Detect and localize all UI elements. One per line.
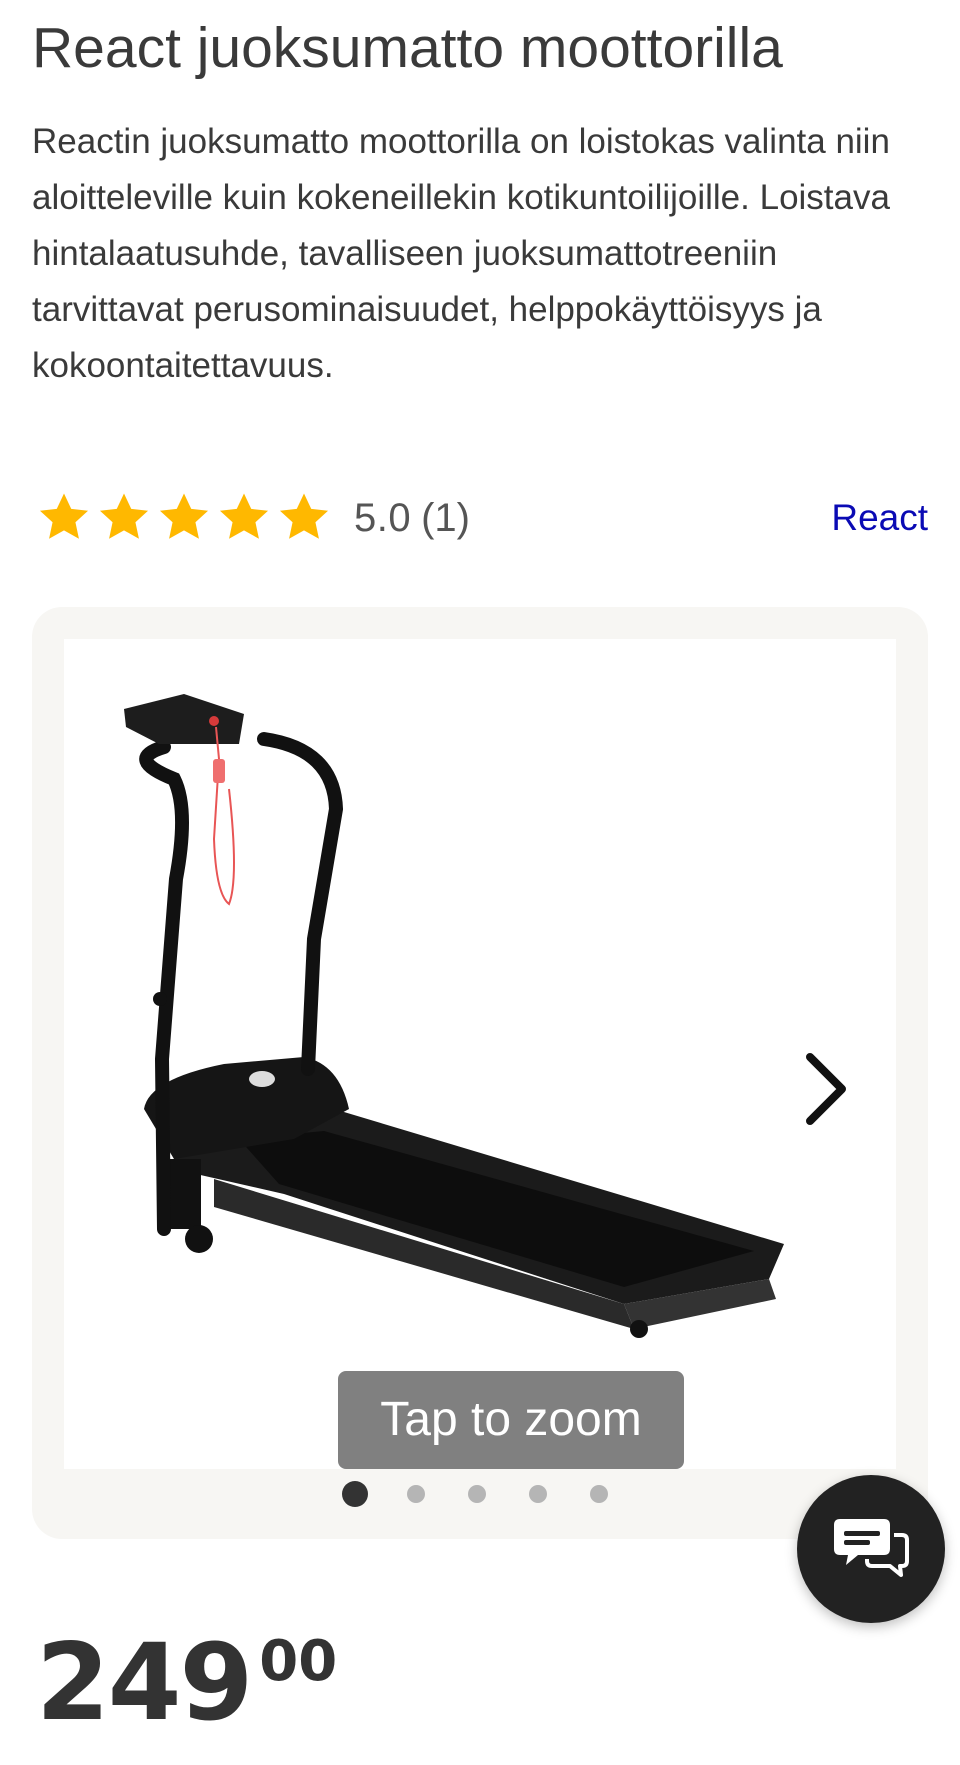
star-icon <box>159 493 209 539</box>
product-description: Reactin juoksumatto moottorilla on loist… <box>32 122 890 385</box>
rating-row[interactable]: 5.0 (1) <box>36 486 470 550</box>
chevron-right-icon <box>806 1053 846 1125</box>
pagination-dot[interactable] <box>342 1481 368 1507</box>
rating-count[interactable]: (1) <box>421 496 470 541</box>
product-gallery: Tap to zoom <box>32 607 928 1539</box>
pagination-dot[interactable] <box>529 1485 547 1503</box>
star-icon <box>99 493 149 539</box>
pagination-dot[interactable] <box>468 1485 486 1503</box>
price-main: 249 <box>36 1621 253 1744</box>
star-icon <box>219 493 269 539</box>
rating-stars <box>36 490 332 546</box>
zoom-hint[interactable]: Tap to zoom <box>338 1371 684 1469</box>
chat-button[interactable] <box>797 1475 945 1623</box>
product-image[interactable]: Tap to zoom <box>64 639 896 1469</box>
brand-link[interactable]: React <box>831 497 928 539</box>
product-title: React juoksumatto moottorilla <box>32 16 783 80</box>
gallery-pagination <box>342 1481 651 1507</box>
chat-icon <box>834 1519 909 1577</box>
next-image-button[interactable] <box>800 1049 852 1129</box>
price-cents: 00 <box>259 1629 338 1694</box>
rating-value: 5.0 <box>354 495 412 540</box>
product-price: 249 00 <box>36 1628 337 1738</box>
star-icon <box>279 493 329 539</box>
treadmill-illustration <box>124 694 784 1338</box>
star-icon <box>39 493 89 539</box>
pagination-dot[interactable] <box>590 1485 608 1503</box>
pagination-dot[interactable] <box>407 1485 425 1503</box>
